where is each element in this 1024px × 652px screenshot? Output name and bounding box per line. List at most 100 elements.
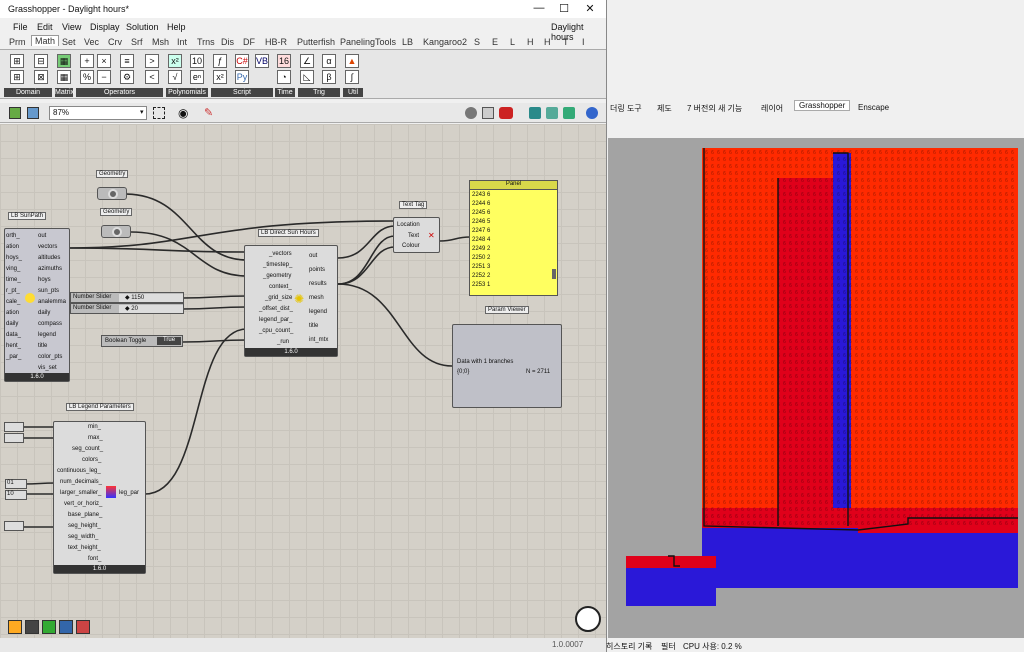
grasshopper-canvas[interactable]: Geometry Geometry LB SunPath orth_ ation… <box>0 124 606 638</box>
minimize-button[interactable]: — <box>530 2 548 14</box>
input-pin[interactable]: larger_smaller_ <box>60 490 101 496</box>
gate-icon[interactable]: ⚙ <box>120 70 134 84</box>
eye-icon[interactable]: ◉ <box>178 106 188 120</box>
python-icon[interactable] <box>59 620 73 634</box>
output-pin[interactable]: vectors <box>38 244 57 250</box>
greater-icon[interactable]: > <box>145 54 159 68</box>
open-file-icon[interactable] <box>9 107 21 119</box>
tab-drafting[interactable]: 제도 <box>657 103 672 114</box>
smaller-icon[interactable]: < <box>145 70 159 84</box>
output-pin[interactable]: points <box>309 267 325 273</box>
output-pin[interactable]: mesh <box>309 295 324 301</box>
trig-icon[interactable]: β <box>322 70 336 84</box>
log-icon[interactable]: 10 <box>190 54 204 68</box>
input-pin[interactable]: _geometry <box>263 273 291 279</box>
input-pin[interactable]: _run <box>277 339 289 345</box>
multiply-icon[interactable]: × <box>97 54 111 68</box>
input-pin[interactable]: context_ <box>269 284 292 290</box>
input-value[interactable] <box>4 422 24 432</box>
matrix-icon[interactable]: ▦ <box>57 54 71 68</box>
output-pin[interactable]: legend <box>38 332 56 338</box>
vb-icon[interactable]: VB <box>255 54 269 68</box>
output-pin[interactable]: vis_set <box>38 365 57 371</box>
geometry-param[interactable] <box>97 187 127 200</box>
input-pin[interactable]: font_ <box>88 556 101 562</box>
tab-msh[interactable]: Msh <box>152 37 169 47</box>
menu-solution[interactable]: Solution <box>126 22 159 32</box>
globe-icon[interactable] <box>586 107 598 119</box>
input-pin[interactable]: ation <box>6 310 19 316</box>
menu-edit[interactable]: Edit <box>37 22 53 32</box>
boolean-toggle[interactable]: Boolean Toggle True <box>101 335 183 347</box>
geometry-param[interactable] <box>101 225 131 238</box>
tab-i[interactable]: I <box>582 37 585 47</box>
input-pin[interactable]: vert_or_horiz_ <box>64 501 102 507</box>
maximize-button[interactable]: ☐ <box>555 2 573 15</box>
input-pin[interactable]: ving_ <box>6 266 20 272</box>
expression-icon[interactable]: ƒ <box>213 54 227 68</box>
tab-int[interactable]: Int <box>177 37 187 47</box>
output-pin[interactable]: out <box>309 253 317 259</box>
input-pin[interactable]: Location <box>397 222 420 228</box>
input-pin[interactable]: seg_count_ <box>72 446 103 452</box>
input-pin[interactable]: max_ <box>88 435 103 441</box>
output-pin[interactable]: analemma <box>38 299 66 305</box>
num-decimals-slider[interactable]: 01 <box>5 479 27 489</box>
compass-navigator[interactable] <box>575 606 601 632</box>
domain-icon[interactable]: ⊟ <box>34 54 48 68</box>
widget-icon[interactable] <box>25 620 39 634</box>
slider-value[interactable]: ◆ 1150 <box>119 294 183 302</box>
bake-icon[interactable] <box>546 107 558 119</box>
output-pin[interactable]: out <box>38 233 46 239</box>
tab-df[interactable]: DF <box>243 37 255 47</box>
zoom-select[interactable]: 87% <box>49 106 147 120</box>
save-icon[interactable] <box>27 107 39 119</box>
output-pin[interactable]: altitudes <box>38 255 60 261</box>
input-pin[interactable]: data_ <box>6 332 21 338</box>
tab-grasshopper[interactable]: Grasshopper <box>794 100 851 111</box>
input-pin[interactable]: seg_width_ <box>68 534 98 540</box>
input-pin[interactable]: time_ <box>6 277 21 283</box>
widget-icon[interactable] <box>8 620 22 634</box>
chart-icon[interactable] <box>76 620 90 634</box>
tab-t[interactable]: T <box>563 37 569 47</box>
tab-hbr[interactable]: HB-R <box>265 37 287 47</box>
python-icon[interactable]: Py <box>235 70 249 84</box>
tab-lb[interactable]: LB <box>402 37 413 47</box>
input-pin[interactable]: r_pt_ <box>6 288 20 294</box>
input-pin[interactable]: _offset_dist_ <box>259 306 293 312</box>
tab-dis[interactable]: Dis <box>221 37 234 47</box>
input-pin[interactable]: min_ <box>88 424 101 430</box>
output-pin[interactable]: title <box>309 323 318 329</box>
output-pin[interactable]: azimuths <box>38 266 62 272</box>
text-tag-component[interactable]: Location Text Colour ✕ <box>393 217 440 253</box>
brush-icon[interactable]: ✎ <box>204 106 213 119</box>
lb-sunpath-component[interactable]: orth_ ation hoys_ ving_ time_ r_pt_ cale… <box>4 228 70 382</box>
output-pin[interactable]: daily <box>38 310 50 316</box>
percent-icon[interactable]: % <box>80 70 94 84</box>
output-pin[interactable]: results <box>309 281 327 287</box>
input-pin[interactable]: base_plane_ <box>68 512 102 518</box>
input-pin[interactable]: ation <box>6 244 19 250</box>
tab-h1[interactable]: H <box>527 37 534 47</box>
clock-icon[interactable]: ◔ <box>277 70 291 84</box>
output-pin[interactable]: hoys <box>38 277 51 283</box>
minus-icon[interactable]: − <box>97 70 111 84</box>
slider-value[interactable]: ◆ 20 <box>119 305 183 313</box>
input-pin[interactable]: cale_ <box>6 299 20 305</box>
tab-new-in-v7[interactable]: 7 버전의 새 기능 <box>687 103 742 114</box>
input-value[interactable] <box>4 433 24 443</box>
input-pin[interactable]: num_decimals_ <box>60 479 102 485</box>
domain-icon[interactable]: ⊞ <box>10 54 24 68</box>
tab-crv[interactable]: Crv <box>108 37 122 47</box>
csharp-icon[interactable]: C# <box>235 54 249 68</box>
power-icon[interactable]: eⁿ <box>190 70 204 84</box>
trig-icon[interactable]: ◺ <box>300 70 314 84</box>
output-pin[interactable]: leg_par <box>119 490 139 496</box>
tab-vec[interactable]: Vec <box>84 37 99 47</box>
panel-scrollbar[interactable] <box>552 269 556 279</box>
param-viewer-component[interactable]: Data with 1 branches {0;0} N = 2711 <box>452 324 562 408</box>
tab-prm[interactable]: Prm <box>9 37 26 47</box>
input-pin[interactable]: orth_ <box>6 233 20 239</box>
number-slider-offset[interactable]: Number Slider ◆ 20 <box>70 303 184 314</box>
